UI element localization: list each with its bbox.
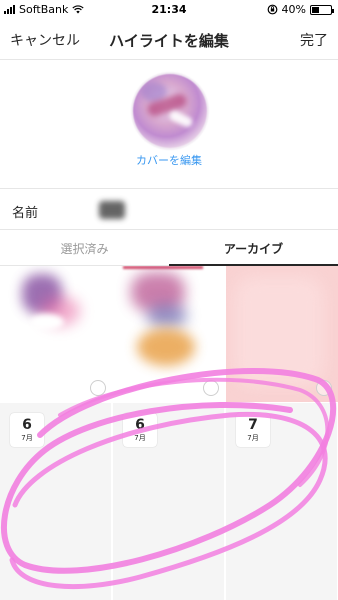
- date-month: 7月: [247, 434, 259, 442]
- battery-percent: 40%: [281, 3, 306, 16]
- story-thumbnail[interactable]: [0, 266, 112, 402]
- name-input[interactable]: [94, 197, 324, 223]
- page-title: ハイライトを編集: [109, 32, 229, 50]
- story-thumbnail[interactable]: [226, 266, 338, 402]
- select-circle-icon[interactable]: [316, 380, 332, 396]
- date-day: 7: [248, 417, 258, 433]
- story-thumbnail[interactable]: 6 7月: [0, 403, 112, 600]
- tab-archive[interactable]: アーカイブ: [169, 240, 338, 257]
- archive-grid: 6 7月 6 7月 7 7月: [0, 266, 338, 600]
- tab-selected[interactable]: 選択済み: [0, 240, 169, 257]
- status-right: 40%: [267, 3, 334, 16]
- story-thumbnail[interactable]: 7 7月: [226, 403, 338, 600]
- story-thumbnail[interactable]: [113, 266, 225, 402]
- story-thumbnail[interactable]: 6 7月: [113, 403, 225, 600]
- name-label: 名前: [12, 206, 39, 221]
- date-badge: 6 7月: [123, 413, 157, 447]
- select-circle-icon[interactable]: [90, 380, 106, 396]
- nav-bar: キャンセル ハイライトを編集 完了: [0, 20, 338, 60]
- select-circle-icon[interactable]: [203, 380, 219, 396]
- battery-fill: [312, 6, 320, 13]
- date-badge: 6 7月: [10, 413, 44, 447]
- date-day: 6: [135, 417, 145, 433]
- cover-image[interactable]: [133, 74, 207, 148]
- date-day: 6: [22, 417, 32, 433]
- edit-cover-link[interactable]: カバーを編集: [0, 152, 338, 168]
- cover-section: カバーを編集: [0, 60, 338, 188]
- date-month: 7月: [134, 434, 146, 442]
- name-row: 名前: [0, 188, 338, 230]
- date-month: 7月: [21, 434, 33, 442]
- done-button[interactable]: 完了: [300, 30, 328, 50]
- status-bar: SoftBank 21:34 40%: [0, 0, 338, 20]
- rotation-lock-icon: [267, 4, 277, 15]
- tab-bar: 選択済み アーカイブ: [0, 230, 338, 266]
- battery-icon: [310, 4, 334, 15]
- date-badge: 7 7月: [236, 413, 270, 447]
